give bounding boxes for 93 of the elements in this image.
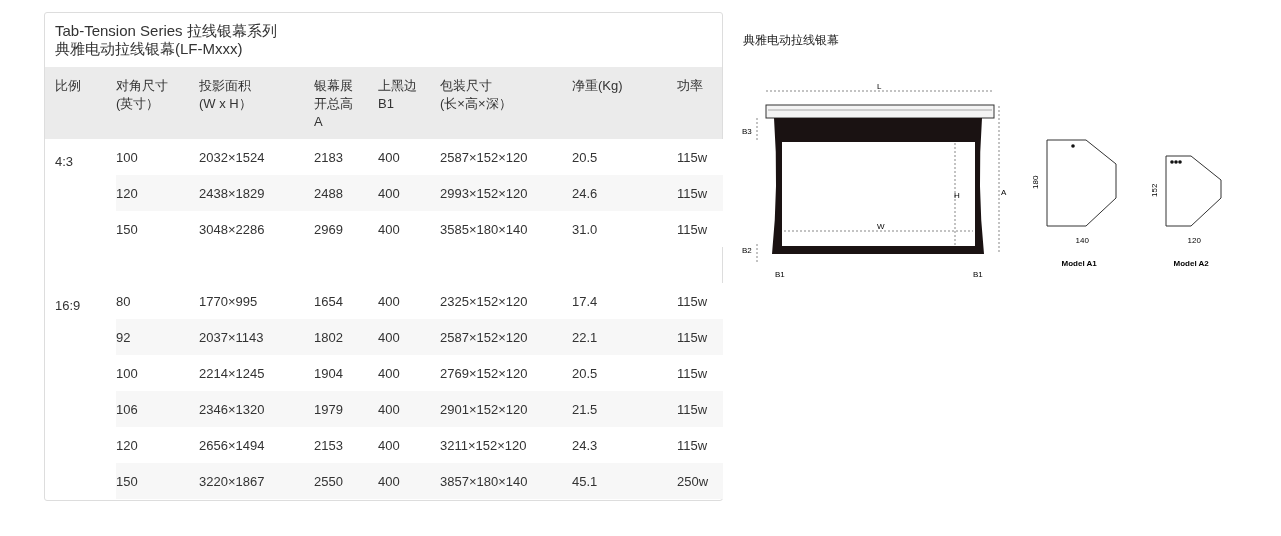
column-header: 投影面积 (W x H） xyxy=(199,77,253,113)
table-cell: 92 xyxy=(116,330,131,345)
column-header: 对角尺寸 (英寸） xyxy=(116,77,169,113)
table-cell: 400 xyxy=(378,474,400,489)
dimension-label: B1 xyxy=(775,270,785,279)
table-cell: 17.4 xyxy=(572,294,598,309)
dimension-label: B1 xyxy=(973,270,983,279)
dimension-label: A xyxy=(1001,188,1007,197)
table-cell: 2032×1524 xyxy=(199,150,265,165)
table-cell: 2901×152×120 xyxy=(440,402,528,417)
dimension-label: H xyxy=(954,191,960,200)
table-cell: 150 xyxy=(116,222,138,237)
housing-profile-drawing xyxy=(1165,155,1222,227)
table-cell: 2769×152×120 xyxy=(440,366,528,381)
table-cell: 400 xyxy=(378,438,400,453)
table-cell: 1904 xyxy=(314,366,343,381)
table-cell: 100 xyxy=(116,366,138,381)
table-cell: 2214×1245 xyxy=(199,366,265,381)
column-header: 功率 xyxy=(677,77,704,95)
table-cell: 20.5 xyxy=(572,366,598,381)
table-cell: 400 xyxy=(378,294,400,309)
table-cell: 106 xyxy=(116,402,138,417)
table-cell: 115w xyxy=(677,150,708,165)
column-header: 银幕展 开总高 A xyxy=(314,77,354,131)
table-cell: 1802 xyxy=(314,330,343,345)
panel-title: 典雅电动拉线银幕(LF-Mxxx) xyxy=(55,40,244,58)
table-cell: 3857×180×140 xyxy=(440,474,528,489)
table-cell: 2587×152×120 xyxy=(440,150,528,165)
table-cell: 22.1 xyxy=(572,330,598,345)
dimension-label: B2 xyxy=(742,246,752,255)
table-cell: 115w xyxy=(677,330,708,345)
table-cell: 2346×1320 xyxy=(199,402,265,417)
table-cell: 115w xyxy=(677,438,708,453)
table-cell: 2550 xyxy=(314,474,343,489)
table-cell: 400 xyxy=(378,330,400,345)
diagram-title: 典雅电动拉线银幕 xyxy=(743,32,840,49)
dimension-label: 120 xyxy=(1187,236,1201,245)
table-cell: 2183 xyxy=(314,150,343,165)
table-cell: 1770×995 xyxy=(199,294,258,309)
column-header: 包装尺寸 (长×高×深） xyxy=(440,77,513,113)
table-cell: 400 xyxy=(378,402,400,417)
dots-icon xyxy=(1071,144,1075,148)
column-header: 上黑边 B1 xyxy=(378,77,418,113)
table-cell: 3585×180×140 xyxy=(440,222,528,237)
table-cell: 3211×152×120 xyxy=(440,438,527,453)
table-cell: 1654 xyxy=(314,294,343,309)
table-cell: 2037×1143 xyxy=(199,330,264,345)
table-cell: 150 xyxy=(116,474,138,489)
dimension-label: B3 xyxy=(742,127,752,136)
table-cell: 2488 xyxy=(314,186,343,201)
column-header: 净重(Kg) xyxy=(572,77,624,95)
table-cell: 2969 xyxy=(314,222,343,237)
table-cell: 2587×152×120 xyxy=(440,330,528,345)
table-cell: 120 xyxy=(116,186,138,201)
dimension-label: W xyxy=(877,222,885,231)
table-cell: 115w xyxy=(677,366,708,381)
table-cell: 24.6 xyxy=(572,186,598,201)
table-cell: 16:9 xyxy=(55,298,81,313)
table-cell: 2993×152×120 xyxy=(440,186,528,201)
dimension-label: 180 xyxy=(1031,175,1040,189)
model-label: Model A2 xyxy=(1173,259,1209,268)
table-cell: 4:3 xyxy=(55,154,74,169)
table-cell: 20.5 xyxy=(572,150,598,165)
table-cell: 120 xyxy=(116,438,138,453)
dimension-label: 152 xyxy=(1150,183,1159,197)
table-cell: 100 xyxy=(116,150,138,165)
table-cell: 1979 xyxy=(314,402,343,417)
table-cell: 21.5 xyxy=(572,402,598,417)
table-cell: 250w xyxy=(677,474,709,489)
dimension-label: L xyxy=(877,82,882,91)
table-cell: 400 xyxy=(378,222,400,237)
table-cell: 400 xyxy=(378,186,400,201)
table-cell: 115w xyxy=(677,186,708,201)
panel-title: Tab-Tension Series 拉线银幕系列 xyxy=(55,22,278,40)
table-cell: 3220×1867 xyxy=(199,474,265,489)
table-cell: 2153 xyxy=(314,438,343,453)
model-label: Model A1 xyxy=(1061,259,1097,268)
table-cell: 80 xyxy=(116,294,131,309)
table-cell: 400 xyxy=(378,150,400,165)
dots-icon xyxy=(1170,160,1182,164)
table-cell: 2656×1494 xyxy=(199,438,265,453)
column-header: 比例 xyxy=(55,77,82,95)
dimension-label: 140 xyxy=(1075,236,1089,245)
table-cell: 3048×2286 xyxy=(199,222,265,237)
table-cell: 400 xyxy=(378,366,400,381)
table-cell: 31.0 xyxy=(572,222,598,237)
table-cell: 2438×1829 xyxy=(199,186,265,201)
table-cell: 2325×152×120 xyxy=(440,294,528,309)
table-cell: 115w xyxy=(677,402,708,417)
table-cell: 115w xyxy=(677,222,708,237)
table-cell: 45.1 xyxy=(572,474,598,489)
table-cell: 115w xyxy=(677,294,708,309)
table-cell: 24.3 xyxy=(572,438,598,453)
